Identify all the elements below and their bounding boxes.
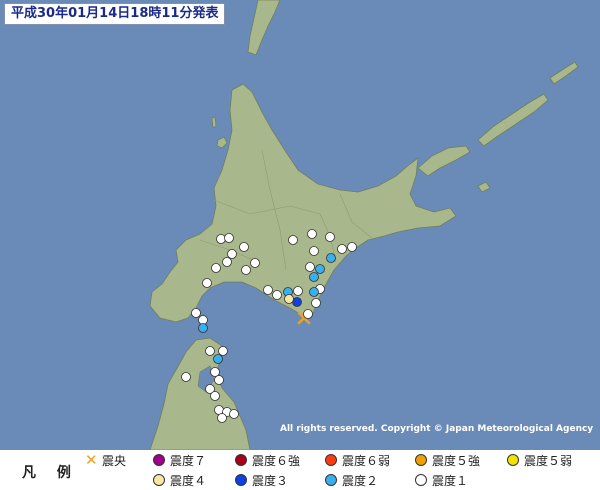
map (0, 0, 600, 450)
legend-item-intensity-5-minus: 震度５弱 (507, 452, 572, 468)
legend-label: 震度４ (170, 473, 207, 488)
station-intensity-1 (218, 346, 228, 356)
swatch-icon (235, 474, 247, 486)
station-intensity-1 (325, 232, 335, 242)
legend-item-intensity-7: 震度７ (153, 452, 206, 468)
station-intensity-2 (198, 323, 208, 333)
station-intensity-1 (337, 244, 347, 254)
station-intensity-1 (210, 367, 220, 377)
station-intensity-4 (284, 294, 294, 304)
swatch-icon (507, 454, 519, 466)
legend-label: 震度２ (342, 473, 379, 488)
legend-label: 震度５強 (432, 453, 481, 468)
swatch-icon (325, 454, 337, 466)
station-intensity-1 (222, 257, 232, 267)
legend-label: 震度５弱 (524, 453, 573, 468)
station-intensity-1 (309, 246, 319, 256)
station-intensity-2 (309, 272, 319, 282)
station-intensity-1 (239, 242, 249, 252)
station-intensity-1 (224, 233, 234, 243)
station-intensity-1 (311, 298, 321, 308)
station-intensity-1 (263, 285, 273, 295)
station-intensity-2 (213, 354, 223, 364)
legend-label: 震度６弱 (342, 453, 391, 468)
swatch-icon (153, 454, 165, 466)
legend-item-intensity-3: 震度３ (235, 472, 288, 488)
legend-label: 震度６強 (252, 453, 301, 468)
station-intensity-1 (191, 308, 201, 318)
station-intensity-1 (241, 265, 251, 275)
announcement-title: 平成30年01月14日18時11分発表 (4, 3, 226, 25)
swatch-icon (415, 474, 427, 486)
station-intensity-1 (217, 413, 227, 423)
station-intensity-1 (216, 234, 226, 244)
station-intensity-1 (229, 409, 239, 419)
station-intensity-1 (202, 278, 212, 288)
station-intensity-1 (211, 263, 221, 273)
legend-label: 震度１ (432, 473, 469, 488)
station-intensity-1 (227, 249, 237, 259)
station-intensity-2 (326, 253, 336, 263)
station-intensity-1 (305, 262, 315, 272)
swatch-icon (325, 474, 337, 486)
station-intensity-1 (250, 258, 260, 268)
station-intensity-1 (293, 286, 303, 296)
legend-item-intensity-2: 震度２ (325, 472, 378, 488)
landmass-rebun (211, 116, 217, 129)
swatch-icon (415, 454, 427, 466)
legend-label: 震度３ (252, 473, 289, 488)
legend-item-intensity-6-plus: 震度６強 (235, 452, 300, 468)
station-intensity-1 (303, 309, 313, 319)
station-intensity-1 (214, 375, 224, 385)
station-intensity-1 (288, 235, 298, 245)
station-intensity-1 (181, 372, 191, 382)
legend-title: 凡 例 (22, 465, 79, 481)
copyright-notice: All rights reserved. Copyright © Japan M… (280, 424, 594, 434)
legend-label: 震度７ (170, 453, 207, 468)
station-intensity-1 (210, 391, 220, 401)
legend-item-epicenter: ✕ 震央 (85, 452, 126, 468)
legend-item-intensity-4: 震度４ (153, 472, 206, 488)
legend-item-intensity-1: 震度１ (415, 472, 468, 488)
legend-label: 震央 (102, 453, 127, 468)
swatch-icon (235, 454, 247, 466)
legend-item-intensity-5-plus: 震度５強 (415, 452, 480, 468)
swatch-icon (153, 474, 165, 486)
station-intensity-2 (309, 287, 319, 297)
station-intensity-1 (347, 242, 357, 252)
station-intensity-1 (205, 346, 215, 356)
x-mark-icon: ✕ (85, 451, 98, 469)
station-intensity-1 (272, 290, 282, 300)
station-intensity-1 (307, 229, 317, 239)
legend-item-intensity-6-minus: 震度６弱 (325, 452, 390, 468)
legend: 凡 例 ✕ 震央 震度７ 震度６強 震度６弱 震度５強 震度５弱 震度４ 震度３… (0, 450, 600, 490)
station-intensity-2 (315, 264, 325, 274)
